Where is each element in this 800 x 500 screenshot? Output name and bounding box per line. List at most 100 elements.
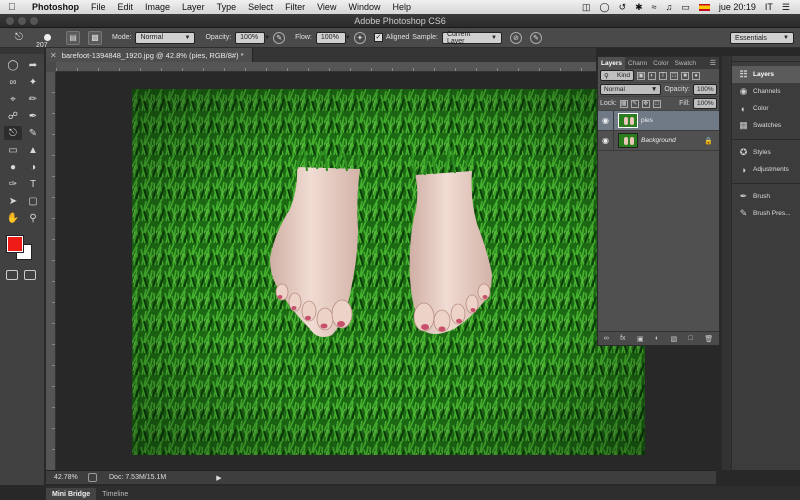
clone-stamp-preset-icon[interactable]: ⎋ xyxy=(8,30,30,46)
close-window-icon[interactable] xyxy=(6,17,14,25)
blend-mode-dropdown[interactable]: Normal ▼ xyxy=(600,84,662,95)
quick-mask-icon[interactable] xyxy=(6,270,18,280)
layer-name[interactable]: Background xyxy=(641,137,704,144)
lasso-tool-icon[interactable]: ∞ xyxy=(4,75,22,89)
delete-layer-icon[interactable]: 🗑 xyxy=(704,335,713,343)
marquee-tool-icon[interactable]: ◯ xyxy=(4,58,22,72)
pressure-size-icon[interactable]: ✎ xyxy=(529,31,542,44)
eraser-tool-icon[interactable]: ▭ xyxy=(4,143,22,157)
menu-layer[interactable]: Layer xyxy=(182,2,205,12)
adjustment-layer-icon[interactable]: ◐ xyxy=(655,335,659,342)
lock-position-icon[interactable]: ✥ xyxy=(641,99,650,108)
dock-brush-presets[interactable]: ✎ Brush Pres... xyxy=(732,205,800,222)
add-mask-icon[interactable]: ▣ xyxy=(637,335,644,343)
zoom-tool-icon[interactable]: ⚲ xyxy=(24,211,42,225)
eye-icon[interactable]: ◉ xyxy=(598,110,614,131)
panel-menu-icon[interactable]: ☰ xyxy=(710,59,716,67)
filter-toggle-icon[interactable]: ● xyxy=(692,71,700,80)
tab-mini-bridge[interactable]: Mini Bridge xyxy=(46,488,97,500)
apple-icon[interactable]:  xyxy=(8,2,24,13)
dock-layers[interactable]: ☷ Layers xyxy=(732,66,800,83)
eye-icon[interactable]: ◉ xyxy=(598,130,614,151)
volume-icon[interactable]: ♫ xyxy=(666,2,673,12)
clock[interactable]: jue 20:19 xyxy=(719,2,756,12)
dock-adjustments[interactable]: ◑ Adjustments xyxy=(732,161,800,178)
dock-styles[interactable]: ✪ Styles xyxy=(732,144,800,161)
opacity-field[interactable]: 100% ▼ xyxy=(235,31,270,44)
ignore-adjustment-layers-icon[interactable]: ⊘ xyxy=(509,31,522,44)
spain-flag-icon[interactable] xyxy=(698,3,710,11)
layer-name[interactable]: pies xyxy=(641,117,719,124)
foreground-color-swatch[interactable] xyxy=(6,235,24,253)
history-brush-tool-icon[interactable]: ✎ xyxy=(24,126,42,140)
ruler-origin[interactable] xyxy=(46,62,56,72)
menu-file[interactable]: File xyxy=(91,2,106,12)
tab-timeline[interactable]: Timeline xyxy=(96,488,134,500)
bluetooth-icon[interactable]: ✱ xyxy=(635,2,643,13)
airbrush-icon[interactable]: ✦ xyxy=(353,31,366,44)
menu-select[interactable]: Select xyxy=(248,2,273,12)
tab-channels[interactable]: Chann xyxy=(625,57,650,69)
layer-row-background[interactable]: ◉ Background 🔒 xyxy=(598,130,719,151)
user-icon[interactable]: ◯ xyxy=(599,2,609,13)
dock-brush[interactable]: ✒ Brush xyxy=(732,188,800,205)
new-group-icon[interactable]: ▧ xyxy=(671,335,678,343)
path-selection-tool-icon[interactable]: ➤ xyxy=(4,194,22,208)
layer-style-icon[interactable]: fx xyxy=(620,335,625,342)
lock-all-icon[interactable]: □ xyxy=(652,99,661,108)
time-machine-icon[interactable]: ↺ xyxy=(619,2,627,13)
close-tab-icon[interactable]: ✕ xyxy=(50,51,57,60)
shape-filter-icon[interactable]: □ xyxy=(670,71,678,80)
clone-source-panel-icon[interactable]: ▩ xyxy=(88,30,102,45)
notifications-icon[interactable]: ☰ xyxy=(782,2,790,13)
workspace-dropdown[interactable]: Essentials ▼ xyxy=(730,32,794,44)
flow-field[interactable]: 100% ▼ xyxy=(315,31,351,44)
blur-tool-icon[interactable]: ● xyxy=(4,160,22,174)
smart-object-filter-icon[interactable]: ■ xyxy=(681,71,689,80)
eyedropper-tool-icon[interactable]: ✏ xyxy=(24,92,42,106)
minimize-window-icon[interactable] xyxy=(18,17,26,25)
document-canvas[interactable] xyxy=(132,89,645,455)
menu-filter[interactable]: Filter xyxy=(285,2,305,12)
dock-color[interactable]: ◐ Color xyxy=(732,100,800,117)
status-menu-arrow-icon[interactable]: ▶ xyxy=(216,474,221,482)
status-info-icon[interactable] xyxy=(88,473,97,482)
dock-grip[interactable] xyxy=(732,56,800,62)
quick-selection-tool-icon[interactable]: ✦ xyxy=(24,75,42,89)
menu-image[interactable]: Image xyxy=(145,2,170,12)
document-tab[interactable]: ✕ barefoot-1394848_1920.jpg @ 42.8% (pie… xyxy=(46,48,253,62)
app-menu[interactable]: Photoshop xyxy=(32,2,79,12)
spot-healing-tool-icon[interactable]: ☍ xyxy=(4,109,22,123)
screen-mode-icon[interactable] xyxy=(24,270,36,280)
lock-image-icon[interactable]: ✎ xyxy=(630,99,639,108)
lock-transparent-icon[interactable]: ▦ xyxy=(619,99,628,108)
menu-help[interactable]: Help xyxy=(392,2,411,12)
move-tool-icon[interactable]: ➦ xyxy=(24,58,42,72)
aligned-checkbox[interactable]: ✓ xyxy=(373,33,383,42)
input-locale[interactable]: IT xyxy=(765,2,773,12)
vertical-ruler[interactable] xyxy=(46,72,56,470)
layer-kind-dropdown[interactable]: ⚲ Kind xyxy=(600,70,634,81)
tab-layers[interactable]: Layers xyxy=(598,57,625,69)
dodge-tool-icon[interactable]: ◑ xyxy=(24,160,42,174)
adjustment-filter-icon[interactable]: ◐ xyxy=(648,71,656,80)
paint-bucket-tool-icon[interactable]: ▲ xyxy=(24,143,42,157)
layer-row-pies[interactable]: ◉ pies xyxy=(598,110,719,131)
menu-type[interactable]: Type xyxy=(217,2,237,12)
brush-panel-toggle-icon[interactable]: ▤ xyxy=(66,30,80,45)
fill-field[interactable]: 100% xyxy=(693,98,717,109)
new-layer-icon[interactable]: □ xyxy=(689,335,693,342)
battery-icon[interactable]: ▭ xyxy=(681,2,690,13)
pressure-opacity-icon[interactable]: ✎ xyxy=(273,31,286,44)
crop-tool-icon[interactable]: ⌖ xyxy=(4,92,22,106)
menu-window[interactable]: Window xyxy=(348,2,380,12)
brush-tool-icon[interactable]: ✒ xyxy=(24,109,42,123)
shape-tool-icon[interactable]: ▢ xyxy=(24,194,42,208)
menu-view[interactable]: View xyxy=(317,2,336,12)
clone-stamp-tool-icon[interactable]: ⎋ xyxy=(4,126,22,140)
type-tool-icon[interactable]: T xyxy=(24,177,42,191)
dock-swatches[interactable]: ▦ Swatches xyxy=(732,117,800,134)
layer-opacity-field[interactable]: 100% xyxy=(693,84,717,95)
sample-dropdown[interactable]: Current Layer ▼ xyxy=(441,31,502,45)
tab-swatches[interactable]: Swatch xyxy=(672,57,699,69)
